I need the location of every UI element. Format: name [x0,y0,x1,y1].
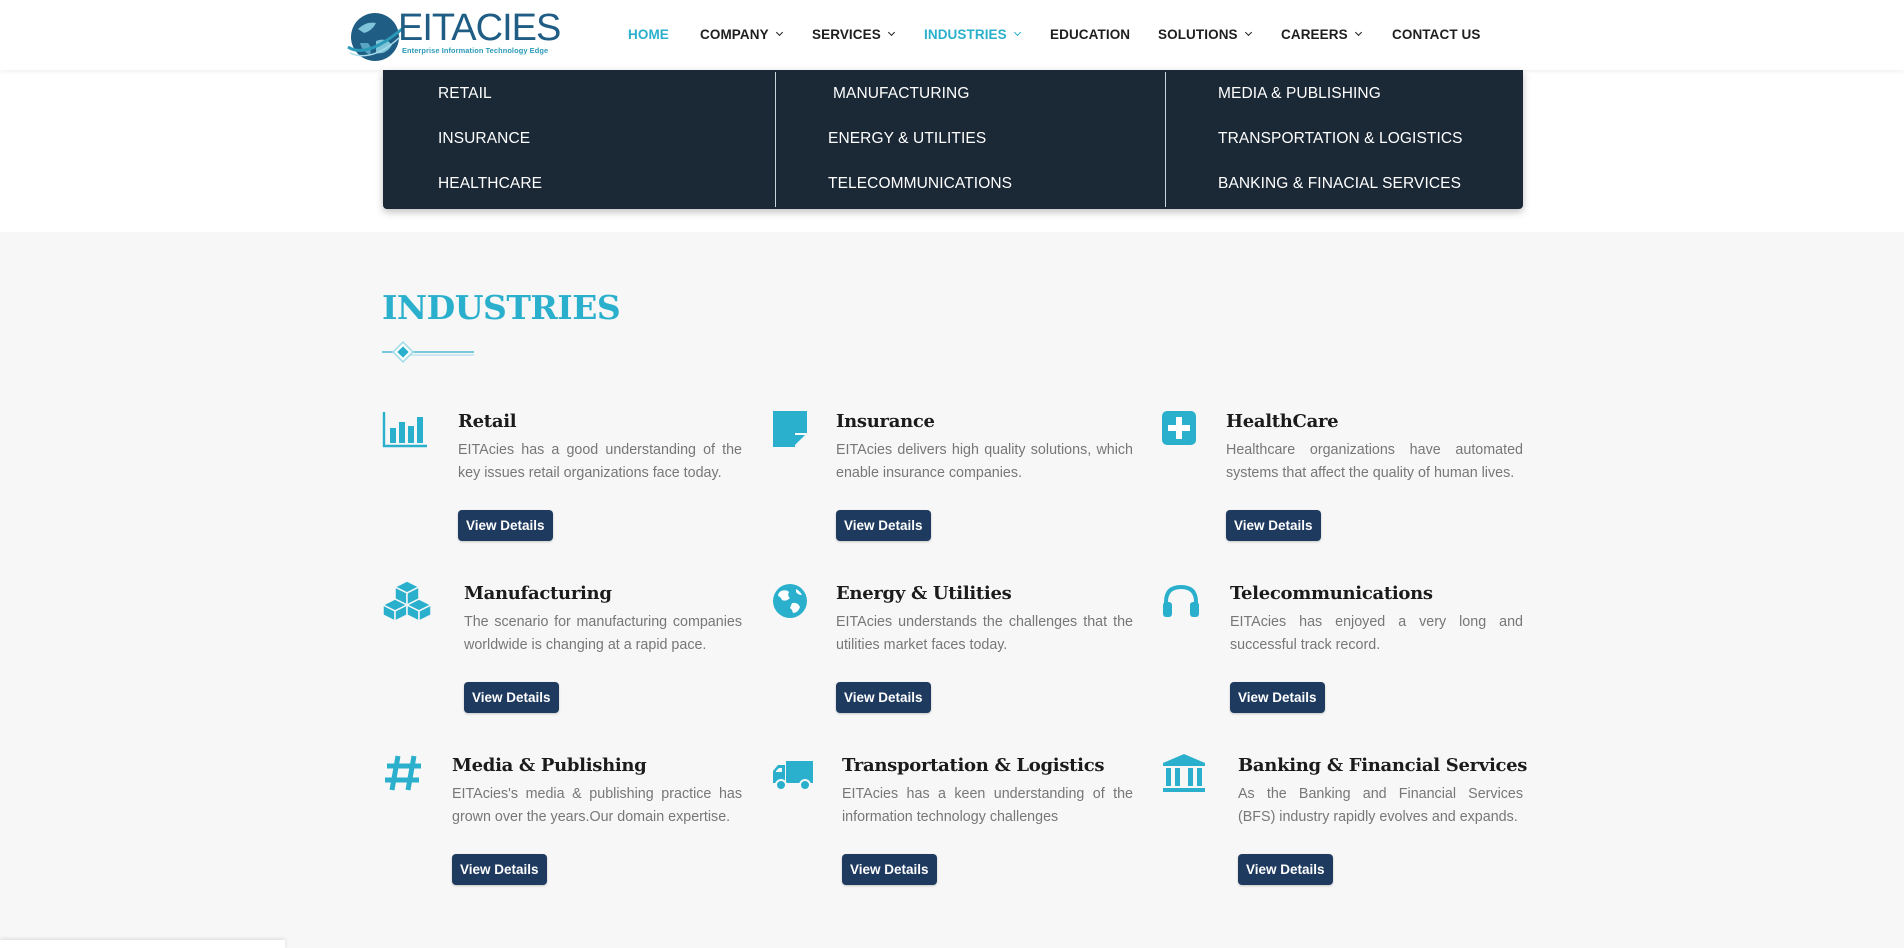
title-divider-diamond-icon [382,341,474,363]
headphones-icon [1163,584,1199,617]
card-title: HealthCare [1226,411,1339,432]
dropdown-item-healthcare[interactable]: HEALTHCARE [438,175,542,193]
nav-company-label: COMPANY [700,27,769,42]
dropdown-divider [1165,72,1166,207]
truck-icon [773,761,813,791]
view-details-button-energy-utilities[interactable]: View Details [836,682,931,713]
view-details-button-media-publishing[interactable]: View Details [452,854,547,885]
card-description: EITAcies understands the challenges that… [836,614,1133,653]
card-title: Insurance [836,411,935,432]
nav-services[interactable]: SERVICES [812,27,895,42]
chevron-down-icon [775,28,783,37]
nav-company[interactable]: COMPANY [700,27,783,42]
card-description: EITAcies has a good understanding of the… [458,442,742,481]
section-title-industries: INDUSTRIES [382,288,621,327]
site-header: EITACIES Enterprise Information Technolo… [0,0,1904,70]
cubes-icon [382,580,432,622]
card-title: Retail [458,411,517,432]
dropdown-item-transportation-logistics[interactable]: TRANSPORTATION & LOGISTICS [1218,130,1463,148]
dropdown-item-energy-utilities[interactable]: ENERGY & UTILITIES [828,130,986,148]
dropdown-item-banking-financial[interactable]: BANKING & FINACIAL SERVICES [1218,175,1461,193]
view-details-button-manufacturing[interactable]: View Details [464,682,559,713]
view-details-button-insurance[interactable]: View Details [836,510,931,541]
bottom-edge-strip [0,940,285,948]
nav-contact-us[interactable]: CONTACT US [1392,27,1481,42]
card-title: Banking & Financial Services [1238,755,1528,776]
card-description: EITAcies delivers high quality solutions… [836,442,1133,481]
view-details-button-telecommunications[interactable]: View Details [1230,682,1325,713]
card-description: EITAcies's media & publishing practice h… [452,786,742,825]
dropdown-item-manufacturing[interactable]: MANUFACTURING [833,85,970,103]
nav-careers-label: CAREERS [1281,27,1348,42]
nav-industries-label: INDUSTRIES [924,27,1007,42]
dropdown-item-retail[interactable]: RETAIL [438,85,492,103]
view-details-button-healthcare[interactable]: View Details [1226,510,1321,541]
nav-solutions-label: SOLUTIONS [1158,27,1238,42]
card-title: Telecommunications [1230,583,1433,604]
dropdown-divider [775,72,776,207]
card-description: EITAcies has enjoyed a very long and suc… [1230,614,1523,653]
sticky-note-icon [773,411,807,447]
card-description: As the Banking and Financial Services (B… [1238,786,1523,825]
card-description: EITAcies has a keen understanding of the… [842,786,1133,825]
chevron-down-icon [1244,28,1252,37]
hashtag-icon [385,755,421,791]
view-details-button-banking-financial[interactable]: View Details [1238,854,1333,885]
nav-careers[interactable]: CAREERS [1281,27,1362,42]
bank-icon [1163,754,1205,792]
card-title: Transportation & Logistics [842,755,1105,776]
nav-services-label: SERVICES [812,27,881,42]
nav-contact-us-label: CONTACT US [1392,27,1481,42]
logo-tagline: Enterprise Information Technology Edge [402,46,549,55]
nav-home[interactable]: HOME [628,27,669,42]
medical-plus-icon [1162,411,1196,445]
nav-education[interactable]: EDUCATION [1050,27,1130,42]
chevron-down-icon [887,28,895,37]
bar-chart-icon [382,412,427,448]
chevron-down-icon [1013,28,1021,37]
nav-industries[interactable]: INDUSTRIES [924,27,1021,42]
industries-dropdown-menu: RETAIL INSURANCE HEALTHCARE MANUFACTURIN… [383,70,1523,209]
chevron-down-icon [1354,28,1362,37]
nav-home-label: HOME [628,27,669,42]
card-title: Manufacturing [464,583,612,604]
view-details-button-retail[interactable]: View Details [458,510,553,541]
globe-icon [773,584,807,618]
nav-education-label: EDUCATION [1050,27,1131,42]
globe-logo-icon [346,7,403,61]
view-details-button-transportation-logistics[interactable]: View Details [842,854,937,885]
dropdown-item-telecommunications[interactable]: TELECOMMUNICATIONS [828,175,1012,193]
logo-wordmark: EITACIES [398,7,561,49]
card-description: Healthcare organizations have automated … [1226,442,1523,481]
card-description: The scenario for manufacturing companies… [464,614,742,653]
card-title: Energy & Utilities [836,583,1012,604]
dropdown-item-media-publishing[interactable]: MEDIA & PUBLISHING [1218,85,1381,103]
dropdown-item-insurance[interactable]: INSURANCE [438,130,530,148]
nav-solutions[interactable]: SOLUTIONS [1158,27,1252,42]
site-logo[interactable]: EITACIES Enterprise Information Technolo… [346,4,561,64]
card-title: Media & Publishing [452,755,647,776]
